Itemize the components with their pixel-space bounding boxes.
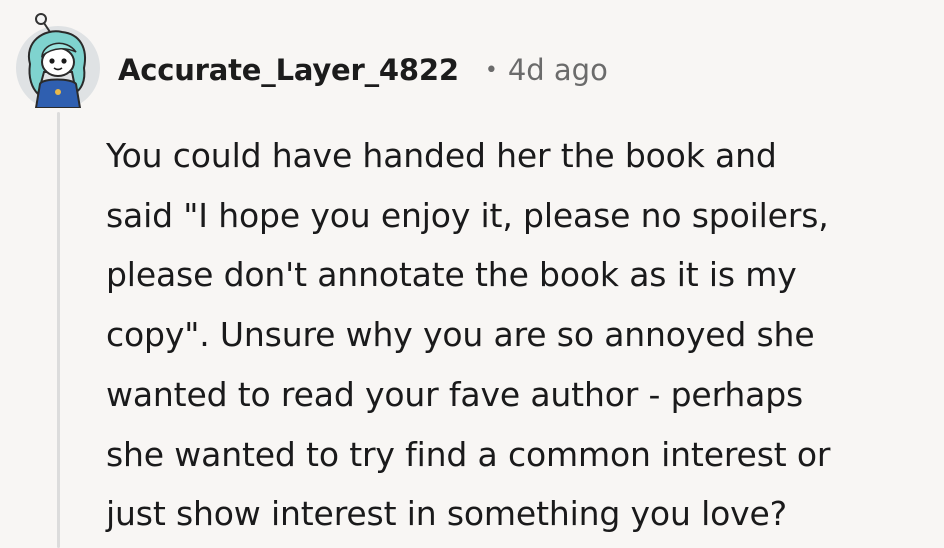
comment-line: just show interest in something you love… <box>106 494 788 534</box>
comment-line: she wanted to try find a common interest… <box>106 434 831 474</box>
avatar[interactable] <box>14 12 102 110</box>
meta-separator: • <box>484 57 498 83</box>
comment-line: You could have handed her the book and <box>106 136 777 175</box>
comment-line: copy". Unsure why you are so annoyed she <box>106 315 815 355</box>
thread-line[interactable] <box>57 112 60 548</box>
timestamp[interactable]: 4d ago <box>508 53 608 87</box>
comment-line: please don't annotate the book as it is … <box>106 255 797 295</box>
comment: Accurate_Layer_4822 • 4d ago You could h… <box>0 0 944 548</box>
snoo-avatar-icon <box>16 13 100 110</box>
comment-line: said "I hope you enjoy it, please no spo… <box>106 195 829 235</box>
comment-header: Accurate_Layer_4822 • 4d ago <box>118 50 608 90</box>
comment-body: You could have handed her the book and s… <box>106 126 936 544</box>
comment-line: wanted to read your fave author - perhap… <box>106 374 804 414</box>
username-link[interactable]: Accurate_Layer_4822 <box>118 53 459 87</box>
